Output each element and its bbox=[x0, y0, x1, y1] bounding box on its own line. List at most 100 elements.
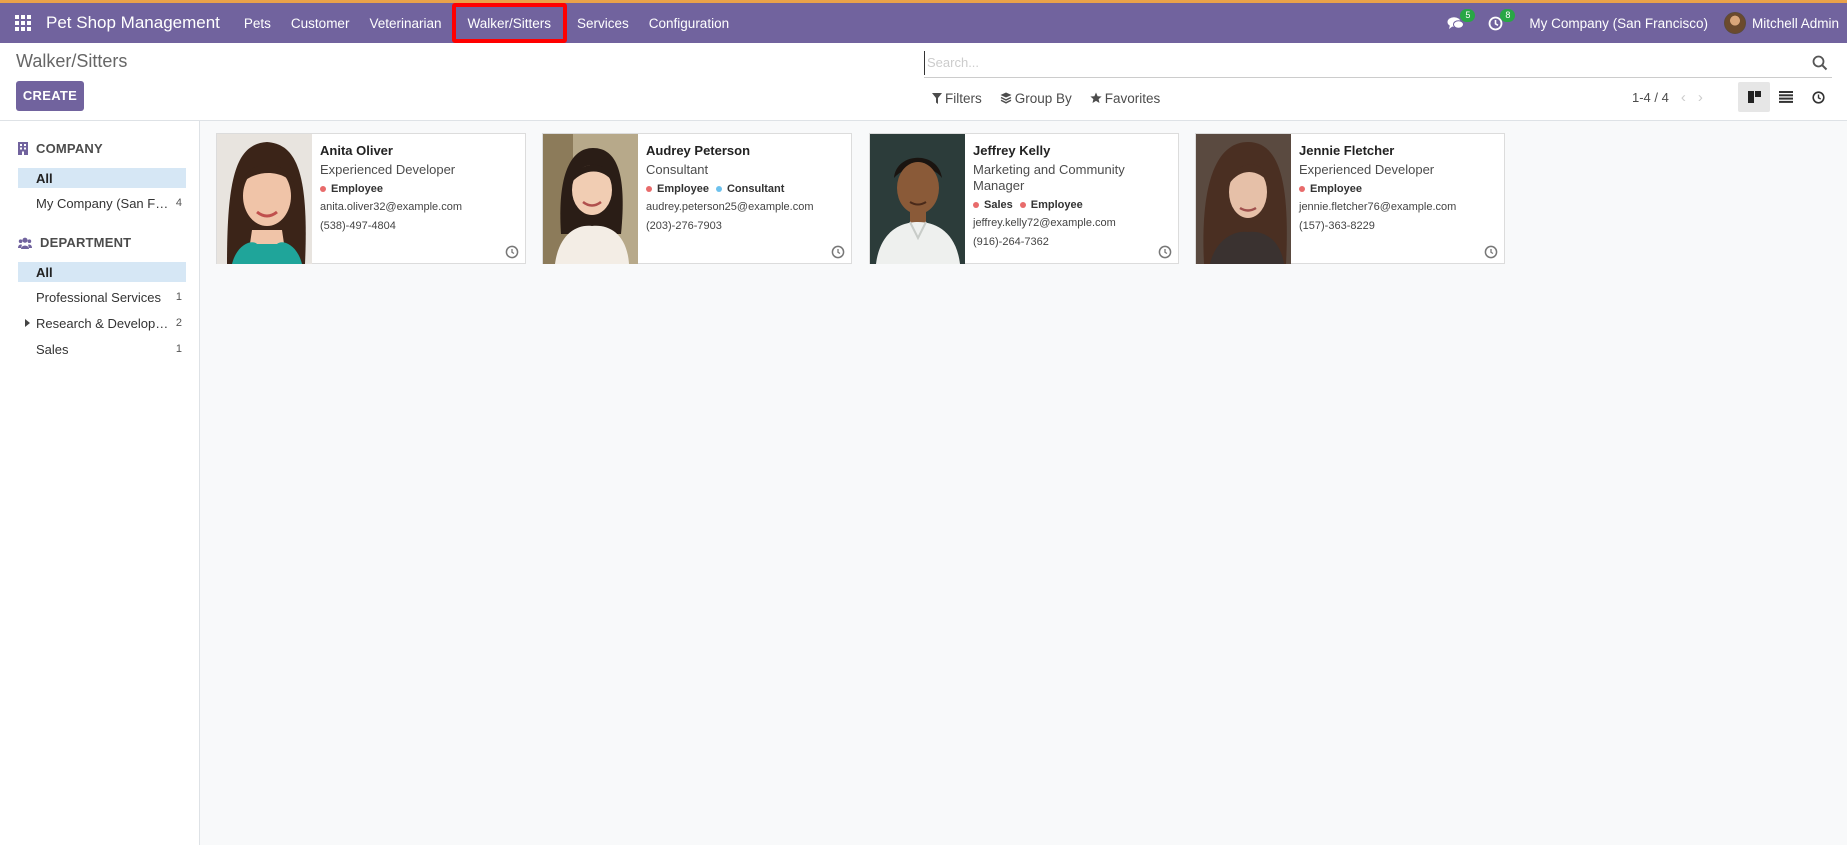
job-title: Experienced Developer bbox=[1299, 162, 1435, 177]
app-name[interactable]: Pet Shop Management bbox=[46, 13, 220, 33]
job-title: Experienced Developer bbox=[320, 162, 456, 177]
filter-count: 1 bbox=[175, 291, 182, 303]
filter-count: 4 bbox=[175, 197, 182, 209]
tag-list: Employee bbox=[1299, 183, 1499, 195]
job-title: Marketing and Community Manager bbox=[973, 162, 1125, 193]
menu-configuration[interactable]: Configuration bbox=[639, 3, 739, 43]
job-title: Consultant bbox=[646, 162, 709, 177]
company-switcher[interactable]: My Company (San Francisco) bbox=[1529, 16, 1708, 31]
activity-clock-icon[interactable] bbox=[1484, 245, 1498, 259]
menu-walker-sitters[interactable]: Walker/Sitters bbox=[451, 3, 568, 43]
employee-email: anita.oliver32@example.com bbox=[320, 201, 463, 213]
tag: Employee bbox=[1299, 183, 1362, 195]
tag: Consultant bbox=[715, 183, 785, 195]
menu-veterinarian[interactable]: Veterinarian bbox=[359, 3, 451, 43]
employee-photo bbox=[217, 134, 312, 264]
tag-label: Employee bbox=[657, 183, 709, 195]
breadcrumb: Walker/Sitters bbox=[16, 51, 128, 71]
tag-label: Sales bbox=[984, 199, 1013, 211]
employee-photo bbox=[1196, 134, 1291, 264]
main-content: COMPANY All My Company (San Fr… 4 DEPART… bbox=[0, 121, 1847, 845]
card-body: Jennie Fletcher Experienced Developer Em… bbox=[1299, 143, 1499, 239]
pager: 1-4 / 4 ‹ › bbox=[1632, 89, 1703, 106]
kanban-card[interactable]: Jeffrey Kelly Marketing and Community Ma… bbox=[869, 133, 1179, 264]
chevron-right-icon[interactable]: › bbox=[1698, 89, 1703, 106]
filter-count: 1 bbox=[175, 343, 182, 355]
employee-phone: (538)-497-4804 bbox=[320, 220, 396, 232]
filter-label: Research & Develop… bbox=[36, 315, 169, 331]
search-options: Filters Group By Favorites bbox=[932, 87, 1178, 109]
user-name: Mitchell Admin bbox=[1751, 15, 1839, 31]
activity-view-button[interactable] bbox=[1802, 82, 1834, 112]
employee-photo bbox=[543, 134, 638, 264]
clock-icon bbox=[1811, 90, 1825, 104]
user-menu[interactable]: Mitchell Admin bbox=[1723, 12, 1839, 34]
employee-email: jennie.fletcher76@example.com bbox=[1299, 201, 1457, 213]
department-filter-professional-services[interactable]: Professional Services 1 bbox=[18, 287, 186, 307]
employee-name: Anita Oliver bbox=[320, 143, 393, 158]
tag-label: Employee bbox=[1030, 199, 1083, 211]
list-view-button[interactable] bbox=[1770, 82, 1802, 112]
employee-name: Jeffrey Kelly bbox=[973, 143, 1051, 158]
chevron-left-icon[interactable]: ‹ bbox=[1681, 89, 1686, 106]
employee-phone: (203)-276-7903 bbox=[646, 220, 722, 232]
caret-right-icon[interactable] bbox=[25, 319, 30, 327]
card-body: Anita Oliver Experienced Developer Emplo… bbox=[320, 143, 520, 239]
group-by-label: Group By bbox=[1014, 90, 1072, 106]
star-icon bbox=[1090, 92, 1102, 103]
company-section-header: COMPANY bbox=[18, 141, 103, 156]
tag-list: Sales Employee bbox=[973, 199, 1173, 211]
messages-badge: 5 bbox=[1460, 9, 1476, 22]
company-filter-my-company[interactable]: My Company (San Fr… 4 bbox=[18, 193, 186, 213]
pager-value[interactable]: 1-4 / 4 bbox=[1632, 90, 1669, 105]
tag-label: Employee bbox=[1310, 183, 1362, 195]
menu-pets[interactable]: Pets bbox=[234, 3, 281, 43]
company-filter-all[interactable]: All bbox=[18, 168, 186, 188]
department-section-title: DEPARTMENT bbox=[40, 235, 132, 250]
card-body: Audrey Peterson Consultant Employee Cons… bbox=[646, 143, 846, 239]
group-by-dropdown[interactable]: Group By bbox=[1000, 91, 1072, 106]
menu-customer[interactable]: Customer bbox=[281, 3, 360, 43]
filters-label: Filters bbox=[945, 90, 982, 106]
employee-name: Jennie Fletcher bbox=[1299, 143, 1395, 158]
messages-button[interactable]: 5 bbox=[1441, 3, 1476, 43]
search-panel: COMPANY All My Company (San Fr… 4 DEPART… bbox=[0, 121, 200, 845]
filters-dropdown[interactable]: Filters bbox=[932, 91, 982, 106]
tag: Employee bbox=[320, 183, 383, 195]
layers-icon bbox=[1000, 92, 1012, 104]
search-bar bbox=[924, 48, 1832, 78]
search-input[interactable] bbox=[924, 50, 1812, 75]
activities-button[interactable]: 8 bbox=[1481, 3, 1516, 43]
tag: Employee bbox=[1019, 199, 1083, 211]
kanban-card[interactable]: Jennie Fletcher Experienced Developer Em… bbox=[1195, 133, 1505, 264]
tag: Sales bbox=[973, 199, 1013, 211]
kanban-card[interactable]: Anita Oliver Experienced Developer Emplo… bbox=[216, 133, 526, 264]
activity-clock-icon[interactable] bbox=[1158, 245, 1172, 259]
avatar bbox=[1723, 12, 1746, 34]
building-icon bbox=[18, 142, 28, 155]
kanban-card[interactable]: Audrey Peterson Consultant Employee Cons… bbox=[542, 133, 852, 264]
filter-label: Sales bbox=[36, 341, 69, 357]
company-section-title: COMPANY bbox=[36, 141, 103, 156]
activity-clock-icon[interactable] bbox=[505, 245, 519, 259]
department-section-header: DEPARTMENT bbox=[18, 235, 131, 250]
kanban-view-button[interactable] bbox=[1738, 82, 1770, 112]
employee-name: Audrey Peterson bbox=[646, 143, 751, 158]
search-icon[interactable] bbox=[1812, 55, 1828, 71]
employee-email: jeffrey.kelly72@example.com bbox=[973, 217, 1116, 229]
favorites-dropdown[interactable]: Favorites bbox=[1090, 90, 1161, 106]
activity-clock-icon[interactable] bbox=[831, 245, 845, 259]
kanban-icon bbox=[1747, 91, 1761, 103]
top-navbar: Pet Shop Management Pets Customer Veteri… bbox=[0, 0, 1847, 43]
favorites-label: Favorites bbox=[1104, 90, 1161, 106]
tag-label: Consultant bbox=[726, 183, 785, 195]
department-filter-all[interactable]: All bbox=[18, 262, 186, 282]
tag-label: Employee bbox=[331, 183, 383, 195]
view-switcher bbox=[1738, 82, 1834, 112]
create-button[interactable]: CREATE bbox=[16, 81, 84, 111]
apps-menu-icon[interactable] bbox=[0, 3, 46, 43]
menu-services[interactable]: Services bbox=[567, 3, 639, 43]
department-filter-research-development[interactable]: Research & Develop… 2 bbox=[18, 313, 186, 333]
department-filter-sales[interactable]: Sales 1 bbox=[18, 339, 186, 359]
tag: Employee bbox=[646, 183, 709, 195]
